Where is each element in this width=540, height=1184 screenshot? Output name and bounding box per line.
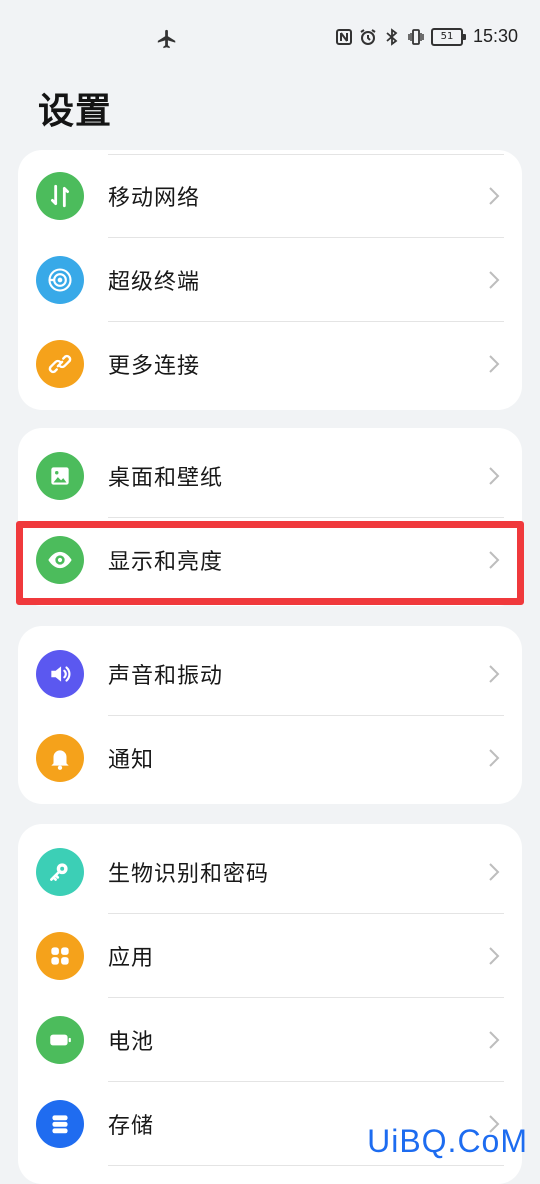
mobile-network-icon bbox=[36, 172, 84, 220]
settings-item-notifications[interactable]: 通知 bbox=[18, 716, 522, 800]
chevron-right-icon bbox=[489, 1031, 500, 1049]
eye-icon bbox=[36, 536, 84, 584]
apps-icon bbox=[36, 932, 84, 980]
battery-indicator: 51 bbox=[430, 27, 466, 46]
chevron-right-icon bbox=[489, 947, 500, 965]
page-title: 设置 bbox=[38, 91, 113, 132]
settings-item-label: 通知 bbox=[108, 748, 155, 773]
link-icon bbox=[36, 340, 84, 388]
settings-item-super-device[interactable]: 超级终端 bbox=[18, 238, 522, 322]
chevron-right-icon bbox=[489, 863, 500, 881]
alarm-icon bbox=[359, 28, 377, 46]
settings-item-label: 应用 bbox=[108, 946, 155, 971]
settings-item-wallpaper[interactable]: 桌面和壁纸 bbox=[18, 434, 522, 518]
chevron-right-icon bbox=[489, 749, 500, 767]
chevron-right-icon bbox=[489, 665, 500, 683]
settings-item-label: 生物识别和密码 bbox=[108, 862, 270, 887]
divider bbox=[108, 1165, 504, 1166]
bluetooth-icon bbox=[383, 27, 401, 46]
chevron-right-icon bbox=[489, 467, 500, 485]
nfc-icon bbox=[335, 28, 353, 46]
bell-icon bbox=[36, 734, 84, 782]
settings-item-biometrics-password[interactable]: 生物识别和密码 bbox=[18, 830, 522, 914]
battery-icon bbox=[36, 1016, 84, 1064]
vibrate-icon bbox=[407, 28, 425, 46]
settings-item-sound-vibration[interactable]: 声音和振动 bbox=[18, 632, 522, 716]
airplane-icon bbox=[156, 28, 178, 50]
key-icon bbox=[36, 848, 84, 896]
battery-level: 51 bbox=[440, 30, 454, 42]
storage-icon bbox=[36, 1100, 84, 1148]
settings-item-label: 桌面和壁纸 bbox=[108, 466, 224, 491]
settings-group-sound-notifications: 声音和振动 通知 bbox=[18, 626, 522, 804]
wallpaper-icon bbox=[36, 452, 84, 500]
settings-group-display: 桌面和壁纸 显示和亮度 bbox=[18, 428, 522, 606]
settings-item-label: 电池 bbox=[108, 1030, 155, 1055]
settings-item-label: 超级终端 bbox=[108, 270, 201, 295]
settings-item-label: 声音和振动 bbox=[108, 664, 224, 689]
settings-item-label: 显示和亮度 bbox=[108, 550, 224, 575]
chevron-right-icon bbox=[489, 187, 500, 205]
settings-group-connectivity: 移动网络 超级终端 更多连接 bbox=[18, 150, 522, 410]
chevron-right-icon bbox=[489, 271, 500, 289]
status-time: 15:30 bbox=[472, 26, 518, 46]
settings-item-label: 更多连接 bbox=[108, 354, 201, 379]
watermark: UiBQ.CoM bbox=[367, 1123, 528, 1159]
speaker-icon bbox=[36, 650, 84, 698]
settings-item-battery[interactable]: 电池 bbox=[18, 998, 522, 1082]
chevron-right-icon bbox=[489, 551, 500, 569]
settings-item-display-brightness[interactable]: 显示和亮度 bbox=[18, 518, 522, 602]
settings-item-label: 存储 bbox=[108, 1114, 155, 1139]
settings-item-apps[interactable]: 应用 bbox=[18, 914, 522, 998]
settings-item-more-connections[interactable]: 更多连接 bbox=[18, 322, 522, 406]
super-device-icon bbox=[36, 256, 84, 304]
chevron-right-icon bbox=[489, 355, 500, 373]
settings-item-mobile-network[interactable]: 移动网络 bbox=[18, 154, 522, 238]
settings-item-label: 移动网络 bbox=[108, 186, 201, 211]
status-bar: 51 15:30 bbox=[0, 0, 540, 78]
